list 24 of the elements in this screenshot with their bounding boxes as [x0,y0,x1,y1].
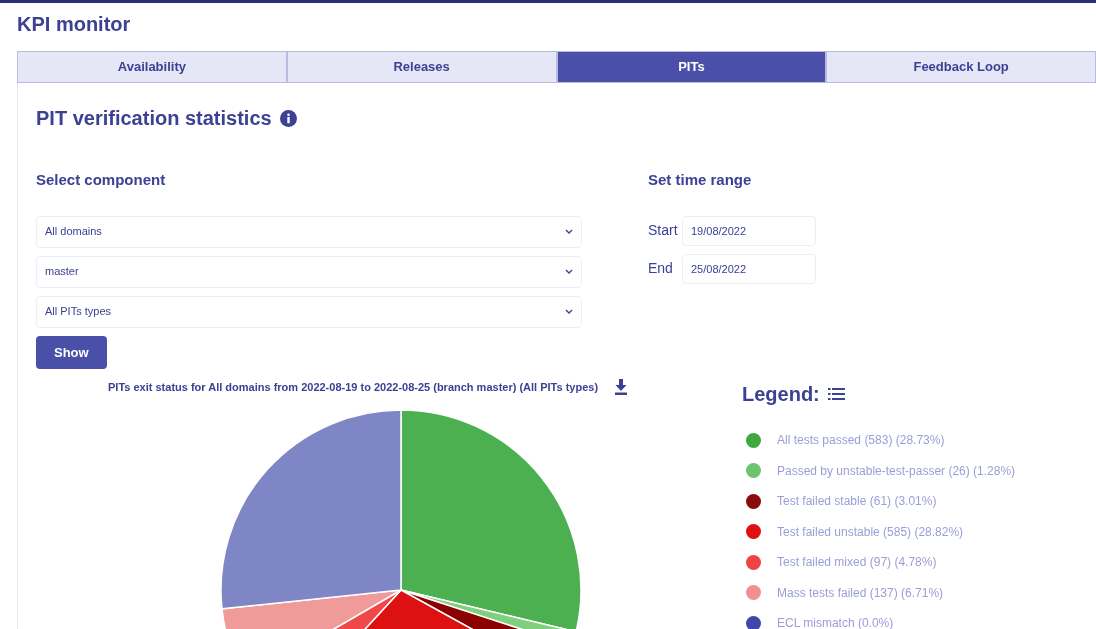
legend-title: Legend: [742,382,820,407]
list-icon[interactable] [827,387,845,401]
select-field[interactable]: master [36,255,582,288]
show-button[interactable]: Show [36,335,107,369]
tab[interactable]: PITs [556,51,827,83]
download-icon[interactable] [614,379,629,396]
date-field[interactable]: 19/08/2022 [682,215,816,246]
select-field[interactable]: All domains [36,215,582,248]
app-title: KPI monitor [16,12,132,37]
select-field[interactable]: All PITs types [36,295,582,328]
field-label: Start [648,221,679,240]
chevron-icon [565,268,573,275]
chart-title: PITs exit status for All domains from 2022-08-19 to 2022-08-25 (branch master) (All PITs types) [108,380,599,395]
info-icon[interactable] [279,109,297,127]
chevron-icon [565,228,573,235]
date-field[interactable]: 25/08/2022 [682,253,816,284]
section-title: Select component [36,170,167,190]
section-title: Set time range [648,170,753,190]
tab[interactable]: Availability [17,51,287,83]
chevron-icon [565,308,573,315]
tab[interactable]: Feedback Loop [826,51,1096,83]
tab[interactable]: Releases [286,51,557,83]
page-heading: PIT verification statistics [36,106,272,131]
field-label: End [648,259,674,278]
